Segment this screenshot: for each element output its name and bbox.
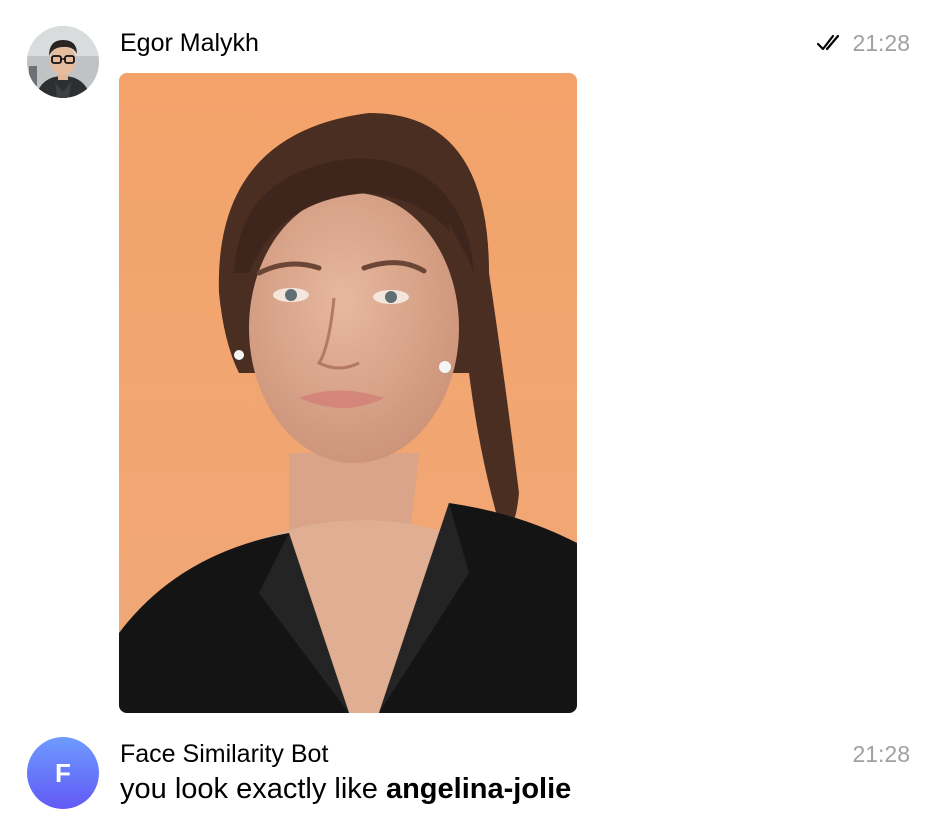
message-text-prefix: you look exactly like (120, 773, 386, 805)
message-time: 21:28 (852, 741, 910, 767)
message-text: you look exactly like angelina-jolie (120, 772, 571, 806)
user-avatar-image (27, 26, 99, 98)
message-time: 21:28 (852, 30, 910, 56)
message-meta: 21:28 (852, 739, 910, 769)
sender-name[interactable]: Egor Malykh (120, 28, 259, 58)
user-avatar[interactable] (27, 26, 99, 98)
bot-avatar-letter: F (55, 757, 71, 788)
message-bot-reply: F Face Similarity Bot 21:28 you look exa… (0, 736, 940, 826)
message-meta: 21:28 (816, 28, 910, 58)
message-user-photo: Egor Malykh 21:28 (0, 26, 940, 716)
chat-history: Egor Malykh 21:28 F Face Similarity Bot … (0, 0, 940, 840)
portrait-photo (119, 73, 577, 713)
bot-avatar[interactable]: F (27, 737, 99, 809)
sender-name[interactable]: Face Similarity Bot (120, 739, 328, 769)
double-check-icon (817, 34, 840, 51)
photo-attachment[interactable] (119, 73, 577, 713)
message-text-bold: angelina-jolie (385, 773, 572, 805)
